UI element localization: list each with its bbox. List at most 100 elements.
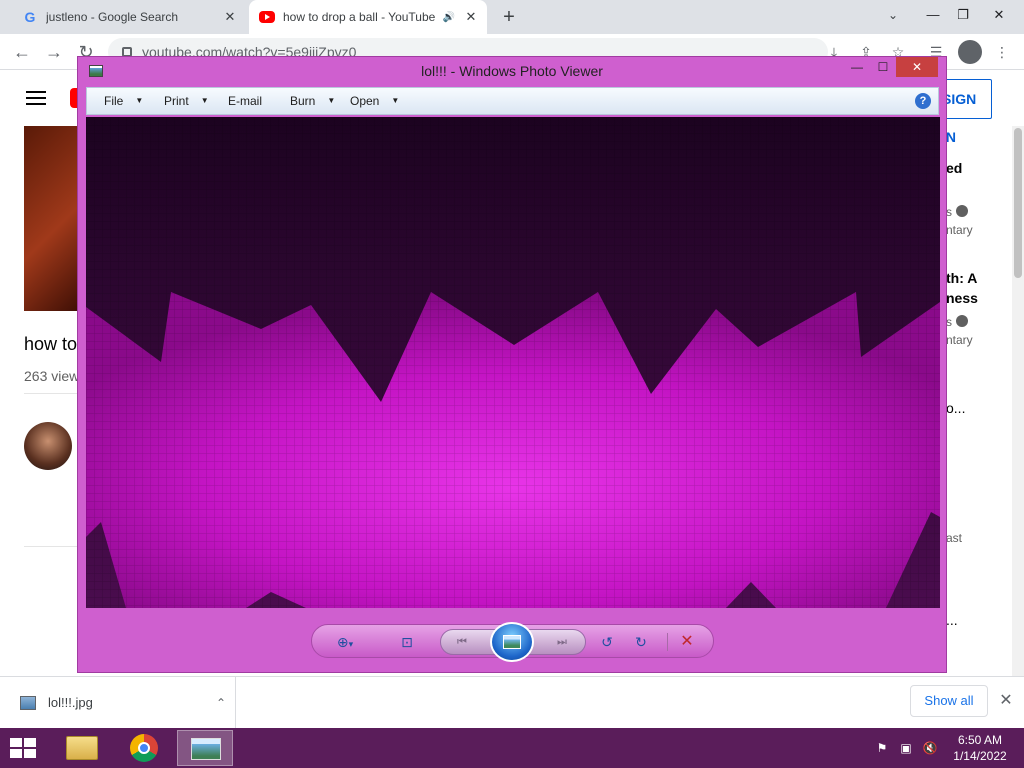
dropdown-arrow-icon: ▼	[327, 96, 336, 105]
related-video-title[interactable]: th: A	[946, 270, 977, 286]
video-title: how to	[24, 334, 78, 354]
network-icon[interactable]: ▣	[898, 740, 914, 756]
menu-burn[interactable]: Burn ▼	[290, 94, 335, 108]
file-explorer-icon	[66, 736, 98, 760]
close-button[interactable]: ✕	[984, 2, 1014, 28]
next-icon[interactable]: ⏭	[548, 632, 576, 652]
windows-logo-pane	[24, 749, 36, 758]
forward-button[interactable]: →	[42, 40, 66, 64]
menu-label: E-mail	[228, 94, 263, 108]
menu-label: File	[104, 94, 124, 108]
menu-email[interactable]: E-mail	[228, 94, 262, 108]
minimize-button[interactable]: —	[846, 57, 868, 77]
taskbar-photo-viewer[interactable]	[177, 730, 233, 766]
photo-viewer-icon	[191, 738, 221, 760]
menu-label: Print	[164, 94, 189, 108]
related-video-title[interactable]: ed	[946, 160, 962, 176]
close-button[interactable]: ✕	[896, 57, 938, 77]
divider	[24, 546, 80, 547]
related-video-title[interactable]: ness	[946, 290, 978, 306]
pixel-grid-overlay	[86, 117, 940, 608]
menu-icon[interactable]	[26, 91, 46, 105]
menu-label: Open	[350, 94, 380, 108]
divider	[24, 393, 80, 394]
maximize-button[interactable]: ❐	[948, 2, 978, 28]
download-file-name: lol!!!.jpg	[48, 695, 93, 710]
image-artwork	[86, 117, 940, 608]
back-button[interactable]: ←	[10, 40, 34, 64]
actual-size-icon[interactable]: ⊡	[396, 632, 418, 652]
tab-close-icon[interactable]: ✕	[461, 9, 481, 25]
slideshow-button[interactable]	[490, 622, 534, 662]
dropdown-arrow-icon: ▼	[200, 96, 209, 105]
tab-google-search[interactable]: G justleno - Google Search ✕	[8, 0, 246, 34]
action-center-flag-icon[interactable]: ⚑	[874, 740, 890, 756]
minimize-button[interactable]: —	[918, 2, 948, 28]
photo-viewer-controls: ⊕▾ ⊡ ⏮ ⏭ ↺ ↻ ✕	[311, 622, 714, 662]
delete-icon[interactable]: ✕	[676, 632, 698, 652]
video-player[interactable]	[24, 126, 84, 311]
related-video-channel[interactable]: s	[946, 205, 968, 219]
image-file-icon	[20, 695, 36, 710]
divider	[667, 633, 668, 651]
sign-in-button[interactable]: SIGN IN	[940, 79, 992, 145]
menu-label: Burn	[290, 94, 316, 108]
rotate-counterclockwise-icon[interactable]: ↺	[596, 632, 618, 652]
maximize-button[interactable]: ☐	[872, 57, 894, 77]
windows-logo-pane	[24, 738, 36, 747]
window-title: lol!!! - Windows Photo Viewer	[421, 63, 603, 79]
taskbar-file-explorer[interactable]	[55, 730, 111, 766]
chrome-icon	[130, 734, 158, 762]
tab-title: justleno - Google Search	[46, 10, 179, 24]
taskbar: ⚑ ▣ 🔇 6:50 AM 1/14/2022	[0, 728, 1024, 768]
clock-date: 1/14/2022	[953, 749, 1007, 763]
related-video-channel[interactable]: s	[946, 315, 968, 329]
windows-logo-pane	[10, 738, 22, 747]
youtube-icon	[259, 11, 275, 23]
tab-close-icon[interactable]: ✕	[220, 9, 240, 25]
profile-avatar[interactable]	[958, 40, 982, 64]
taskbar-chrome[interactable]	[116, 730, 172, 766]
chevron-up-icon[interactable]: ⌃	[207, 696, 235, 710]
scrollbar-thumb[interactable]	[1014, 128, 1022, 278]
tab-search-icon[interactable]: ⌄	[888, 8, 898, 22]
browser-tab-strip: G justleno - Google Search ✕ how to drop…	[0, 0, 1024, 34]
related-video-meta: ntary	[946, 333, 973, 347]
download-shelf: lol!!!.jpg ⌃ Show all ✕	[0, 676, 1024, 728]
photo-viewer-titlebar[interactable]: lol!!! - Windows Photo Viewer — ☐ ✕	[78, 57, 946, 85]
google-g-icon: G	[24, 9, 36, 25]
close-shelf-icon[interactable]: ✕	[996, 689, 1016, 713]
verified-icon	[956, 315, 968, 327]
zoom-icon[interactable]: ⊕▾	[334, 632, 356, 652]
zoom-dropdown-icon: ▾	[348, 639, 354, 649]
related-video-title[interactable]: o...	[946, 400, 965, 416]
displayed-image[interactable]	[86, 117, 940, 608]
help-icon[interactable]: ?	[915, 93, 931, 109]
more-menu-icon[interactable]: ⋮	[992, 42, 1012, 62]
zoom-symbol: ⊕	[336, 634, 349, 650]
menu-file[interactable]: File ▼	[104, 94, 143, 108]
dropdown-arrow-icon: ▼	[391, 96, 400, 105]
previous-icon[interactable]: ⏮	[448, 632, 476, 652]
speaker-icon[interactable]: 🔊	[443, 12, 455, 23]
menu-print[interactable]: Print ▼	[164, 94, 209, 108]
related-video-title[interactable]: ...	[946, 612, 958, 628]
related-video-meta: ntary	[946, 223, 973, 237]
photo-viewer-window: lol!!! - Windows Photo Viewer — ☐ ✕ File…	[77, 56, 947, 673]
download-item[interactable]: lol!!!.jpg ⌃	[0, 677, 236, 728]
slideshow-icon	[503, 635, 521, 649]
verified-icon	[956, 205, 968, 217]
dropdown-arrow-icon: ▼	[135, 96, 144, 105]
show-all-button[interactable]: Show all	[910, 685, 988, 717]
tab-title: how to drop a ball - YouTube	[283, 10, 436, 24]
volume-muted-icon[interactable]: 🔇	[922, 740, 938, 756]
menu-open[interactable]: Open ▼	[350, 94, 399, 108]
new-tab-button[interactable]: +	[498, 6, 520, 28]
rotate-clockwise-icon[interactable]: ↻	[630, 632, 652, 652]
windows-logo-pane	[10, 749, 22, 758]
system-clock[interactable]: 6:50 AM 1/14/2022	[944, 732, 1016, 764]
start-button[interactable]	[10, 738, 38, 760]
tab-youtube[interactable]: how to drop a ball - YouTube 🔊 ✕	[249, 0, 487, 34]
video-views: 263 view	[24, 368, 80, 384]
channel-avatar[interactable]	[24, 422, 72, 470]
